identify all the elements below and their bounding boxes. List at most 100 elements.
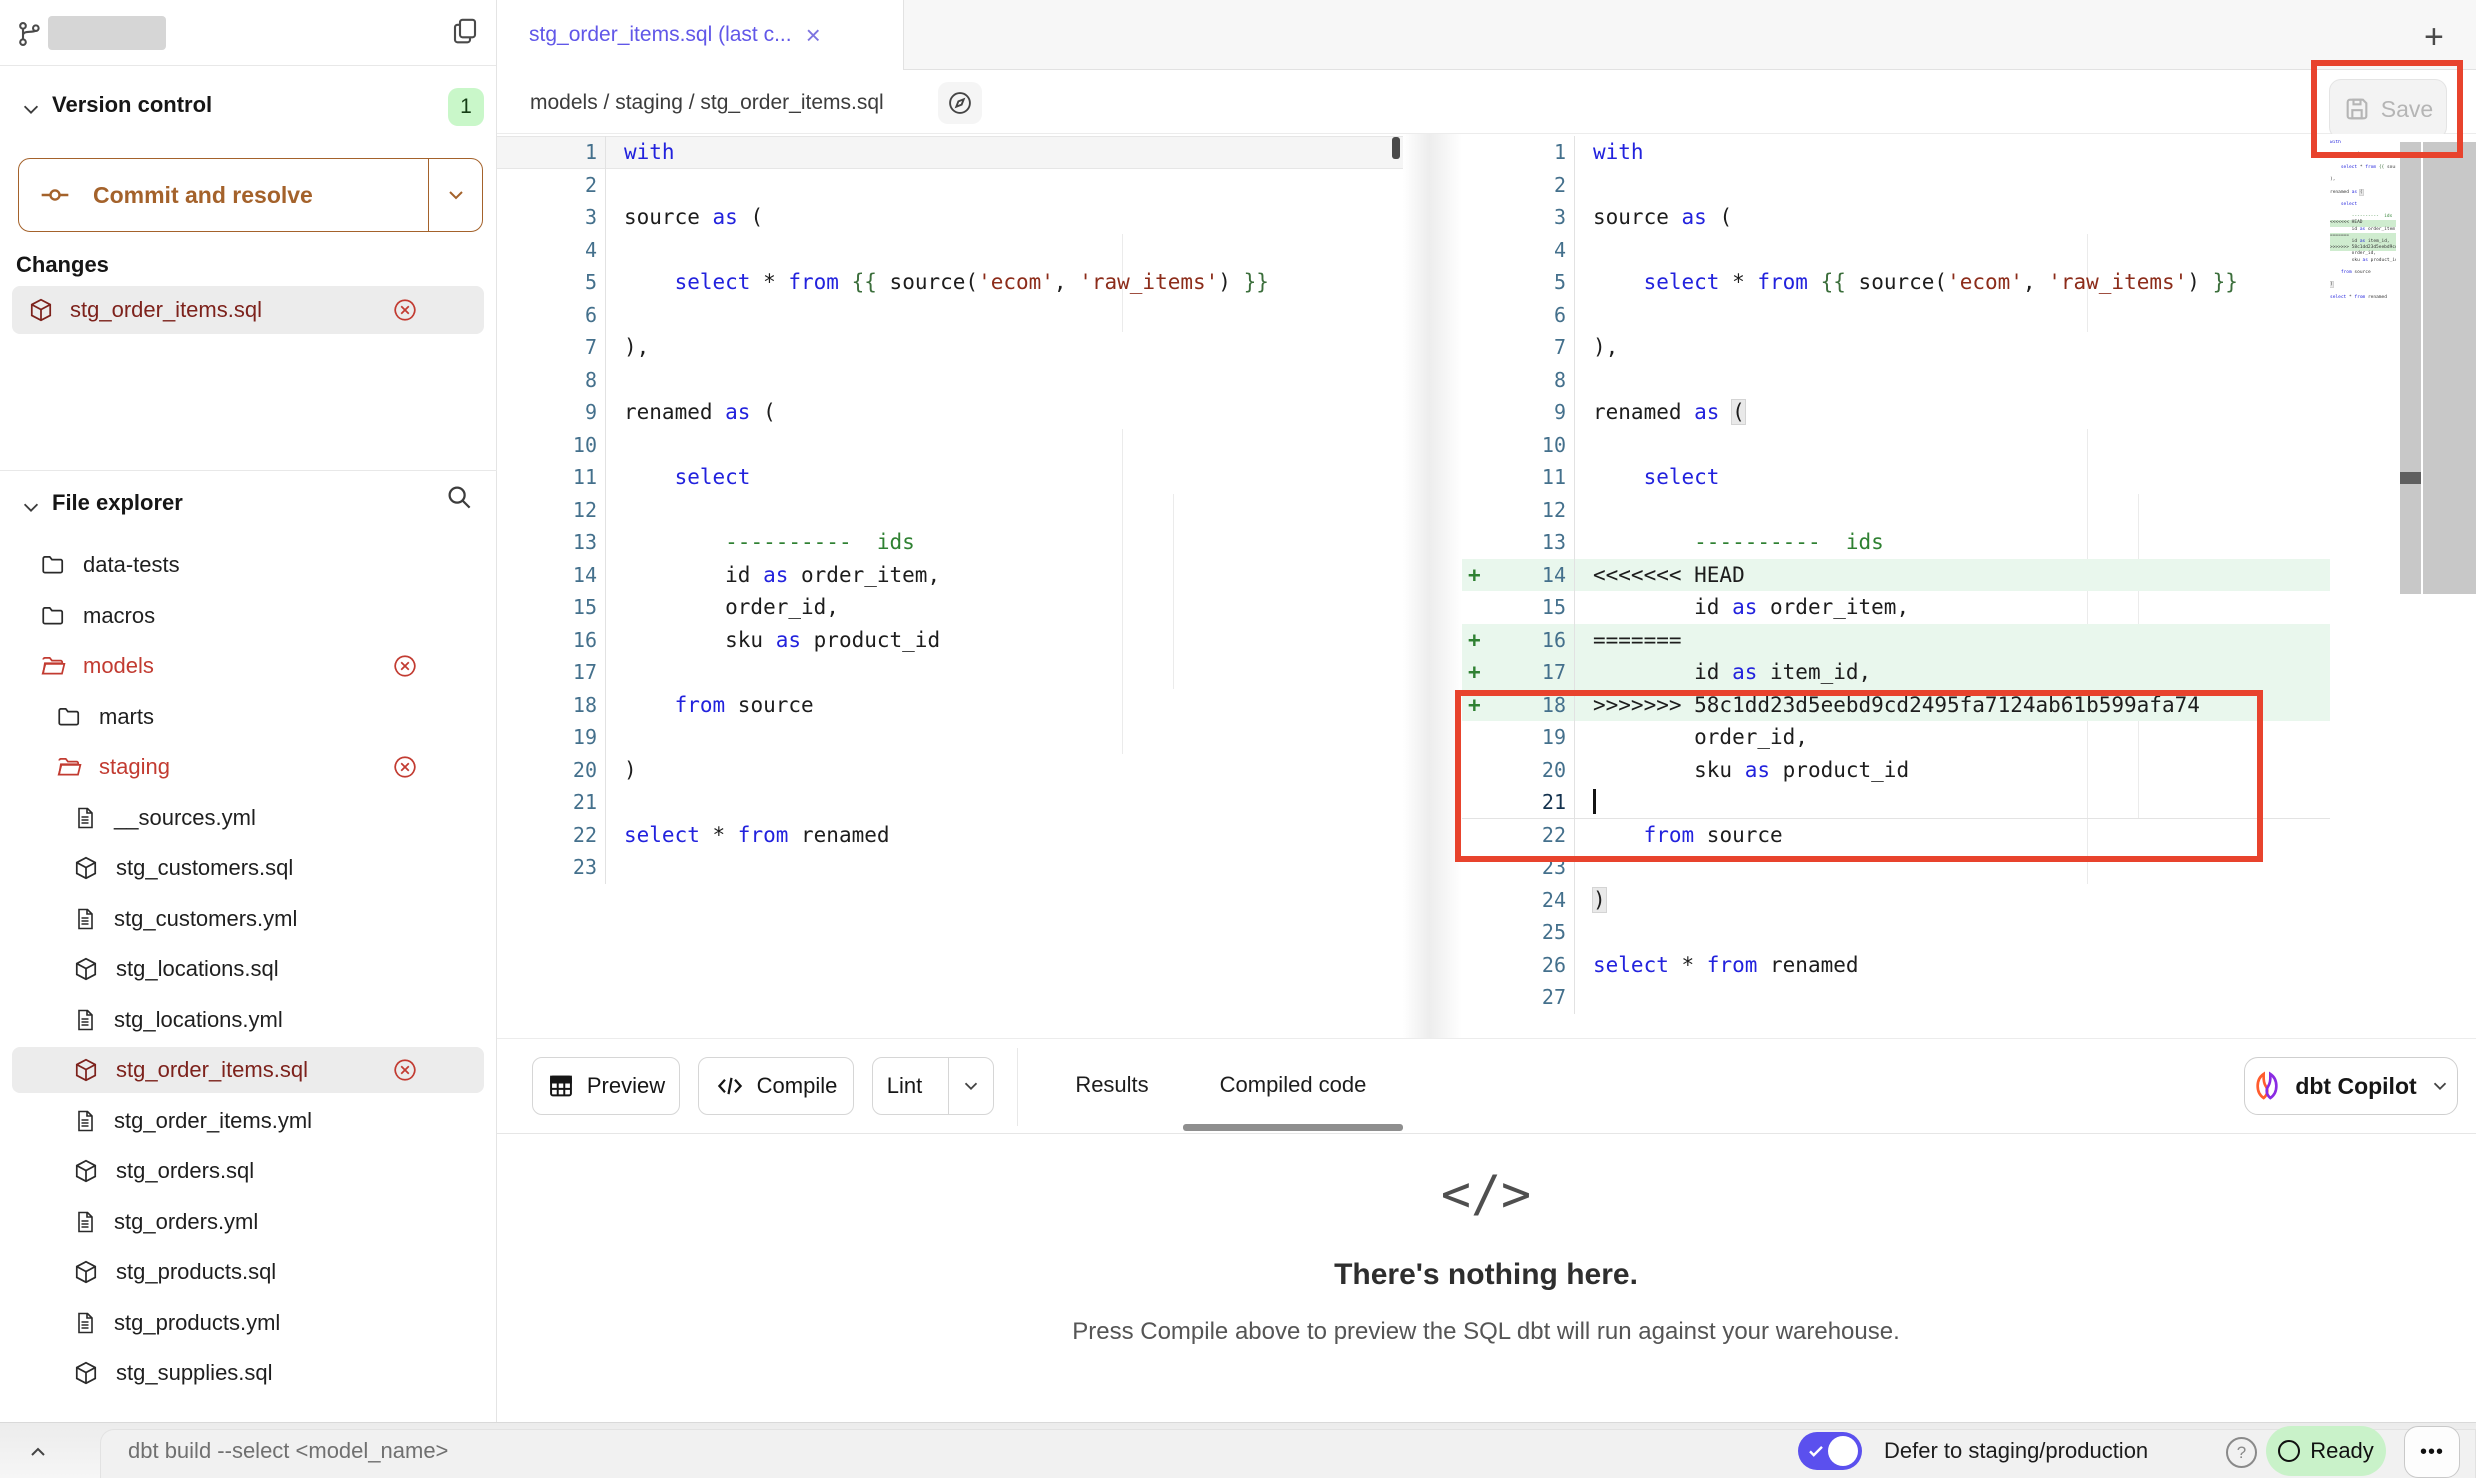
- compile-button[interactable]: Compile: [698, 1057, 854, 1115]
- code-line-24[interactable]: 24): [1462, 884, 2330, 917]
- new-tab-button[interactable]: +: [2424, 18, 2444, 57]
- minimap-scrollbar[interactable]: [2423, 142, 2476, 594]
- file-explorer-chevron-icon[interactable]: [20, 496, 42, 518]
- file-item-data-tests[interactable]: data-tests: [0, 542, 497, 588]
- file-item-stg-locations-yml[interactable]: stg_locations.yml: [0, 997, 497, 1043]
- file-item-stg-products-sql[interactable]: stg_products.sql: [0, 1249, 497, 1295]
- code-line-4[interactable]: 4: [1462, 234, 2330, 267]
- code-line-7[interactable]: 7),: [1462, 331, 2330, 364]
- editor-left-pane[interactable]: 1with23source as (45 select * from {{ so…: [497, 136, 1403, 884]
- code-line-4[interactable]: 4: [497, 234, 1403, 267]
- code-line-8[interactable]: 8: [497, 364, 1403, 397]
- code-line-14[interactable]: 14 id as order_item,: [497, 559, 1403, 592]
- minimap[interactable]: withsource as ( select * from {{ source(…: [2330, 140, 2396, 340]
- expand-drawer-chevron-icon[interactable]: [26, 1440, 50, 1464]
- code-line-23[interactable]: 23: [1462, 851, 2330, 884]
- code-line-20[interactable]: 20 sku as product_id: [1462, 754, 2330, 787]
- code-line-6[interactable]: 6: [497, 299, 1403, 332]
- code-line-10[interactable]: 10: [497, 429, 1403, 462]
- editor-scrollbar-track[interactable]: [2400, 142, 2421, 594]
- copy-icon[interactable]: [450, 16, 480, 46]
- code-line-22[interactable]: 22 from source: [1462, 819, 2330, 852]
- lint-button[interactable]: Lint: [872, 1057, 994, 1115]
- lint-options-chevron[interactable]: [948, 1058, 993, 1114]
- code-line-16[interactable]: +16=======: [1462, 624, 2330, 657]
- more-options-button[interactable]: •••: [2404, 1426, 2460, 1478]
- file-item-stg-orders-sql[interactable]: stg_orders.sql: [0, 1148, 497, 1194]
- pane-divider[interactable]: [1403, 134, 1462, 1038]
- code-line-21[interactable]: 21: [497, 786, 1403, 819]
- code-line-12[interactable]: 12: [1462, 494, 2330, 527]
- tab-compiled-code[interactable]: Compiled code: [1183, 1072, 1403, 1098]
- code-line-11[interactable]: 11 select: [497, 461, 1403, 494]
- file-item-stg-supplies-sql[interactable]: stg_supplies.sql: [0, 1350, 497, 1396]
- help-icon[interactable]: ?: [2226, 1437, 2257, 1468]
- code-line-16[interactable]: 16 sku as product_id: [497, 624, 1403, 657]
- file-item-stg-locations-sql[interactable]: stg_locations.sql: [0, 946, 497, 992]
- file-item-stg-customers-sql[interactable]: stg_customers.sql: [0, 845, 497, 891]
- code-line-25[interactable]: 25: [1462, 916, 2330, 949]
- defer-toggle[interactable]: [1798, 1432, 1862, 1470]
- file-item-stg-orders-yml[interactable]: stg_orders.yml: [0, 1199, 497, 1245]
- code-line-20[interactable]: 20): [497, 754, 1403, 787]
- file-item--sources-yml[interactable]: __sources.yml: [0, 795, 497, 841]
- version-control-chevron-icon[interactable]: [20, 98, 42, 120]
- commit-and-resolve-button[interactable]: Commit and resolve: [18, 158, 483, 232]
- code-line-21[interactable]: 21: [1462, 786, 2330, 819]
- code-line-15[interactable]: 15 order_id,: [497, 591, 1403, 624]
- code-line-17[interactable]: 17: [497, 656, 1403, 689]
- changed-file-item[interactable]: stg_order_items.sql: [12, 286, 484, 334]
- file-item-stg-products-yml[interactable]: stg_products.yml: [0, 1300, 497, 1346]
- code-line-2[interactable]: 2: [497, 169, 1403, 202]
- command-input[interactable]: dbt build --select <model_name>: [128, 1438, 448, 1464]
- code-line-13[interactable]: 13 ---------- ids: [1462, 526, 2330, 559]
- code-line-27[interactable]: 27: [1462, 981, 2330, 1014]
- code-line-3[interactable]: 3source as (: [1462, 201, 2330, 234]
- code-line-19[interactable]: 19: [497, 721, 1403, 754]
- code-line-12[interactable]: 12: [497, 494, 1403, 527]
- code-line-3[interactable]: 3source as (: [497, 201, 1403, 234]
- code-line-17[interactable]: +17 id as item_id,: [1462, 656, 2330, 689]
- tab-results[interactable]: Results: [1050, 1072, 1174, 1098]
- file-item-macros[interactable]: macros: [0, 593, 497, 639]
- ready-status-badge[interactable]: Ready: [2266, 1426, 2386, 1476]
- lineage-button[interactable]: [938, 82, 982, 124]
- commit-options-chevron[interactable]: [428, 159, 483, 231]
- code-line-5[interactable]: 5 select * from {{ source('ecom', 'raw_i…: [1462, 266, 2330, 299]
- preview-button[interactable]: Preview: [532, 1057, 680, 1115]
- code-line-18[interactable]: +18>>>>>>> 58c1dd23d5eebd9cd2495fa7124ab…: [1462, 689, 2330, 722]
- editor-scrollbar-thumb[interactable]: [2400, 472, 2421, 484]
- file-item-stg-customers-yml[interactable]: stg_customers.yml: [0, 896, 497, 942]
- code-line-10[interactable]: 10: [1462, 429, 2330, 462]
- search-icon[interactable]: [444, 482, 474, 512]
- code-line-23[interactable]: 23: [497, 851, 1403, 884]
- tab-stg-order-items[interactable]: stg_order_items.sql (last c... ×: [497, 0, 904, 70]
- code-line-26[interactable]: 26select * from renamed: [1462, 949, 2330, 982]
- code-line-1[interactable]: 1with: [1462, 136, 2330, 169]
- code-line-18[interactable]: 18 from source: [497, 689, 1403, 722]
- code-line-22[interactable]: 22select * from renamed: [497, 819, 1403, 852]
- file-item-stg-order-items-sql[interactable]: stg_order_items.sql: [0, 1047, 497, 1093]
- tab-close-icon[interactable]: ×: [806, 20, 821, 51]
- code-line-5[interactable]: 5 select * from {{ source('ecom', 'raw_i…: [497, 266, 1403, 299]
- code-line-1[interactable]: 1with: [497, 136, 1403, 169]
- file-item-staging[interactable]: staging: [0, 744, 497, 790]
- file-item-models[interactable]: models: [0, 643, 497, 689]
- save-button[interactable]: Save: [2329, 79, 2447, 139]
- code-line-8[interactable]: 8: [1462, 364, 2330, 397]
- code-line-14[interactable]: +14<<<<<<< HEAD: [1462, 559, 2330, 592]
- code-line-6[interactable]: 6: [1462, 299, 2330, 332]
- code-line-9[interactable]: 9renamed as (: [1462, 396, 2330, 429]
- file-item-marts[interactable]: marts: [0, 694, 497, 740]
- code-line-9[interactable]: 9renamed as (: [497, 396, 1403, 429]
- code-line-19[interactable]: 19 order_id,: [1462, 721, 2330, 754]
- code-line-13[interactable]: 13 ---------- ids: [497, 526, 1403, 559]
- code-line-15[interactable]: 15 id as order_item,: [1462, 591, 2330, 624]
- code-line-11[interactable]: 11 select: [1462, 461, 2330, 494]
- file-item-stg-order-items-yml[interactable]: stg_order_items.yml: [0, 1098, 497, 1144]
- left-pane-scrollbar-thumb[interactable]: [1392, 137, 1400, 159]
- dbt-copilot-button[interactable]: dbt Copilot: [2244, 1057, 2458, 1115]
- editor-right-pane[interactable]: 1with23source as (45 select * from {{ so…: [1462, 136, 2330, 1014]
- code-line-7[interactable]: 7),: [497, 331, 1403, 364]
- code-line-2[interactable]: 2: [1462, 169, 2330, 202]
